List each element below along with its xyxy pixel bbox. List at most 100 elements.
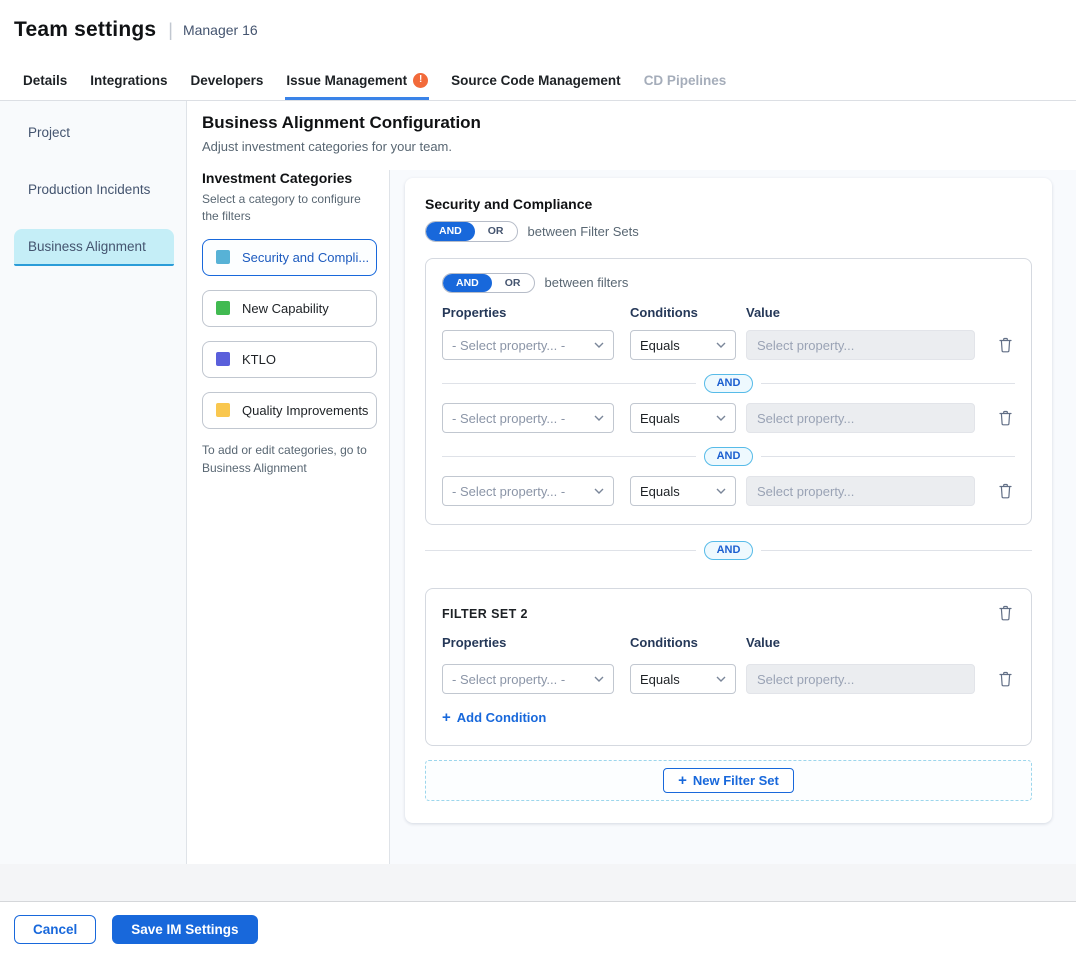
tab-developers[interactable]: Developers bbox=[190, 60, 265, 100]
column-headers: Properties Conditions Value bbox=[442, 305, 1015, 320]
category-label: Quality Improvements bbox=[242, 403, 368, 418]
chevron-down-icon bbox=[594, 676, 604, 682]
filter-set-2-title: FILTER SET 2 bbox=[442, 607, 528, 621]
filter-sets-and-or-toggle[interactable]: AND OR bbox=[425, 221, 518, 242]
conditions-header: Conditions bbox=[630, 305, 746, 320]
filter-config-card: Security and Compliance AND OR between F… bbox=[405, 178, 1052, 823]
delete-condition-button[interactable] bbox=[996, 669, 1015, 689]
content-area: Project Production Incidents Business Al… bbox=[0, 101, 1076, 864]
tab-source-code-management[interactable]: Source Code Management bbox=[450, 60, 622, 100]
chevron-down-icon bbox=[594, 342, 604, 348]
properties-header: Properties bbox=[442, 305, 630, 320]
and-divider: AND bbox=[442, 447, 1015, 466]
category-color-swatch bbox=[216, 403, 230, 417]
title-divider: | bbox=[168, 20, 173, 41]
value-input[interactable] bbox=[746, 476, 975, 506]
trash-icon bbox=[998, 410, 1013, 426]
conditions-header: Conditions bbox=[630, 635, 746, 650]
category-label: Security and Compli... bbox=[242, 250, 369, 265]
sidebar-item-business-alignment[interactable]: Business Alignment bbox=[14, 229, 174, 266]
tab-integrations[interactable]: Integrations bbox=[89, 60, 168, 100]
condition-row: - Select property... - Equals bbox=[442, 476, 1015, 506]
between-filters-label: between filters bbox=[545, 275, 629, 290]
delete-filter-set-button[interactable] bbox=[996, 603, 1015, 623]
filter-set-2: FILTER SET 2 Properties Conditions Value bbox=[425, 588, 1032, 746]
condition-row: - Select property... - Equals bbox=[442, 403, 1015, 433]
condition-row: - Select property... - Equals bbox=[442, 330, 1015, 360]
plus-icon: + bbox=[442, 710, 451, 725]
trash-icon bbox=[998, 483, 1013, 499]
filter-set-1: AND OR between filters Properties Condit… bbox=[425, 258, 1032, 526]
categories-footnote: To add or edit categories, go to Busines… bbox=[202, 441, 377, 477]
category-color-swatch bbox=[216, 352, 230, 366]
category-color-swatch bbox=[216, 250, 230, 264]
condition-select[interactable]: Equals bbox=[630, 664, 736, 694]
category-ktlo[interactable]: KTLO bbox=[202, 341, 377, 378]
add-condition-button[interactable]: + Add Condition bbox=[442, 710, 546, 725]
and-connector-chip: AND bbox=[704, 541, 754, 560]
trash-icon bbox=[998, 337, 1013, 353]
category-security-and-compliance[interactable]: Security and Compli... bbox=[202, 239, 377, 276]
value-input[interactable] bbox=[746, 330, 975, 360]
footer-spacer bbox=[0, 864, 1076, 902]
chevron-down-icon bbox=[716, 415, 726, 421]
category-quality-improvements[interactable]: Quality Improvements bbox=[202, 392, 377, 429]
value-input[interactable] bbox=[746, 403, 975, 433]
selected-category-title: Security and Compliance bbox=[425, 196, 1032, 212]
save-im-settings-button[interactable]: Save IM Settings bbox=[112, 915, 257, 944]
plus-icon: + bbox=[678, 773, 687, 788]
section-title: Business Alignment Configuration bbox=[202, 113, 1076, 133]
settings-sidebar: Project Production Incidents Business Al… bbox=[0, 101, 187, 864]
page-header: Team settings | Manager 16 bbox=[0, 0, 1076, 60]
trash-icon bbox=[998, 605, 1013, 621]
delete-condition-button[interactable] bbox=[996, 481, 1015, 501]
tab-issue-management[interactable]: Issue Management ! bbox=[285, 60, 429, 100]
chevron-down-icon bbox=[716, 342, 726, 348]
category-label: KTLO bbox=[242, 352, 276, 367]
property-select[interactable]: - Select property... - bbox=[442, 476, 614, 506]
sidebar-item-production-incidents[interactable]: Production Incidents bbox=[14, 172, 174, 207]
condition-select[interactable]: Equals bbox=[630, 403, 736, 433]
sidebar-item-project[interactable]: Project bbox=[14, 115, 174, 150]
delete-condition-button[interactable] bbox=[996, 408, 1015, 428]
toggle-or-option[interactable]: OR bbox=[492, 274, 534, 293]
value-header: Value bbox=[746, 305, 1015, 320]
warning-badge-icon: ! bbox=[413, 73, 428, 88]
main-panel: Business Alignment Configuration Adjust … bbox=[187, 101, 1076, 864]
new-filter-set-button[interactable]: + New Filter Set bbox=[663, 768, 794, 793]
toggle-and-option[interactable]: AND bbox=[443, 274, 492, 293]
value-header: Value bbox=[746, 635, 1015, 650]
page-title: Team settings bbox=[14, 18, 156, 42]
investment-categories-panel: Investment Categories Select a category … bbox=[202, 170, 377, 864]
new-filter-set-zone: + New Filter Set bbox=[425, 760, 1032, 801]
condition-select[interactable]: Equals bbox=[630, 476, 736, 506]
category-label: New Capability bbox=[242, 301, 329, 316]
footer-actions: Cancel Save IM Settings bbox=[0, 902, 1076, 956]
property-select[interactable]: - Select property... - bbox=[442, 664, 614, 694]
delete-condition-button[interactable] bbox=[996, 335, 1015, 355]
toggle-and-option[interactable]: AND bbox=[426, 222, 475, 241]
column-headers: Properties Conditions Value bbox=[442, 635, 1015, 650]
condition-select[interactable]: Equals bbox=[630, 330, 736, 360]
and-connector-chip: AND bbox=[704, 374, 754, 393]
tab-bar: Details Integrations Developers Issue Ma… bbox=[0, 60, 1076, 101]
cancel-button[interactable]: Cancel bbox=[14, 915, 96, 944]
value-input[interactable] bbox=[746, 664, 975, 694]
category-color-swatch bbox=[216, 301, 230, 315]
tab-details[interactable]: Details bbox=[22, 60, 68, 100]
toggle-or-option[interactable]: OR bbox=[475, 222, 517, 241]
between-sets-and-divider: AND bbox=[425, 541, 1032, 560]
filters-and-or-toggle[interactable]: AND OR bbox=[442, 273, 535, 294]
category-new-capability[interactable]: New Capability bbox=[202, 290, 377, 327]
chevron-down-icon bbox=[716, 488, 726, 494]
chevron-down-icon bbox=[716, 676, 726, 682]
chevron-down-icon bbox=[594, 415, 604, 421]
categories-title: Investment Categories bbox=[202, 170, 377, 186]
team-name: Manager 16 bbox=[183, 22, 258, 38]
trash-icon bbox=[998, 671, 1013, 687]
property-select[interactable]: - Select property... - bbox=[442, 330, 614, 360]
chevron-down-icon bbox=[594, 488, 604, 494]
tab-cd-pipelines: CD Pipelines bbox=[643, 60, 728, 100]
property-select[interactable]: - Select property... - bbox=[442, 403, 614, 433]
between-filter-sets-label: between Filter Sets bbox=[528, 224, 639, 239]
